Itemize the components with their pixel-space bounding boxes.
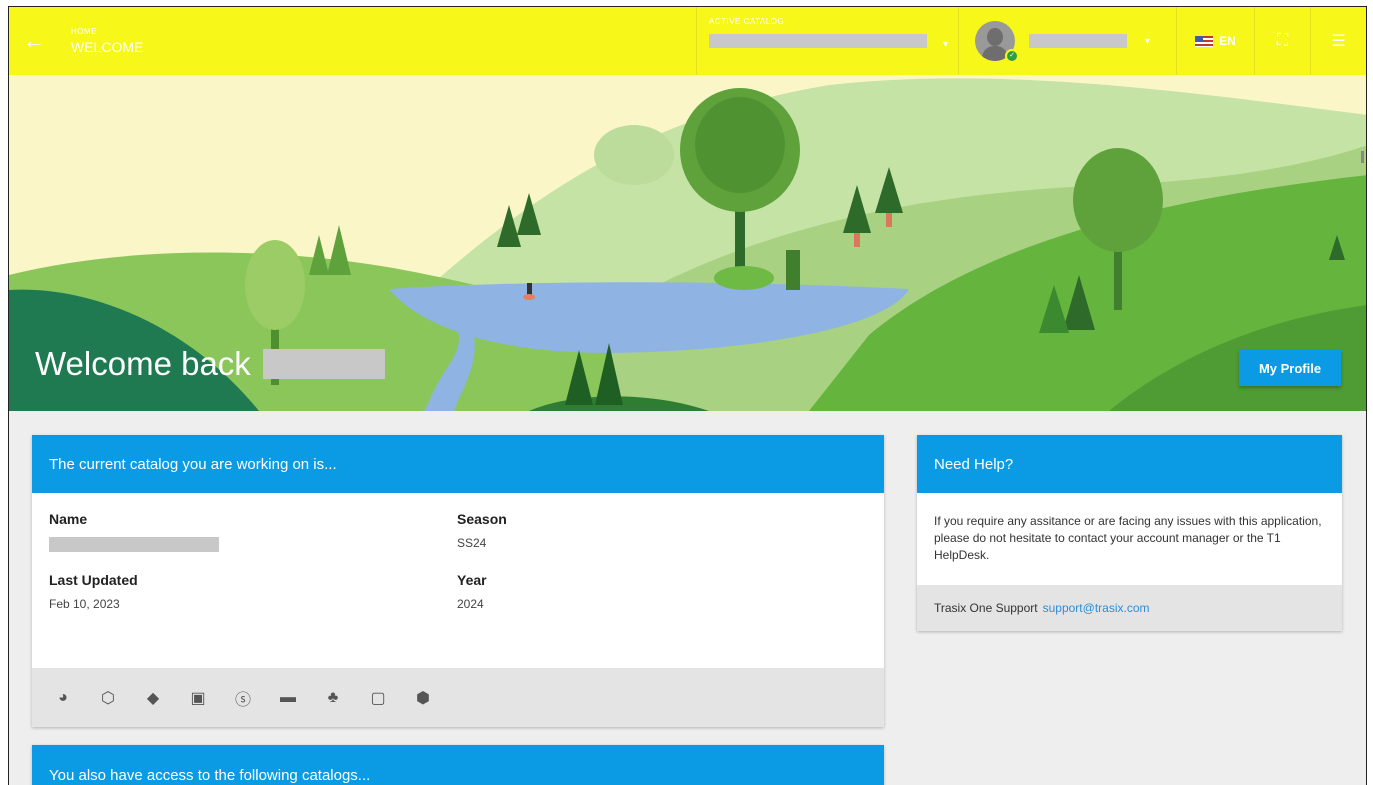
welcome-text: Welcome back (35, 345, 251, 382)
active-catalog-value-redacted (709, 34, 927, 48)
welcome-banner: Welcome back My Profile (9, 75, 1366, 411)
welcome-heading: Welcome back (35, 345, 385, 383)
menu-icon[interactable]: ☰ (1310, 7, 1366, 75)
online-check-icon: ✓ (1005, 49, 1019, 63)
scrollbar-thumb[interactable] (1361, 151, 1364, 163)
app-window: ← HOME WELCOME ACTIVE CATALOG ▾ ✓ ▾ EN ⛶… (8, 6, 1367, 785)
help-card: Need Help? If you require any assitance … (917, 435, 1342, 631)
season-value: SS24 (457, 536, 487, 550)
help-text: If you require any assitance or are faci… (934, 514, 1322, 562)
name-label: Name (49, 511, 88, 527)
active-catalog-label: ACTIVE CATALOG (709, 17, 785, 26)
catalog-name-redacted (49, 537, 219, 552)
season-field: Season SS24 (457, 511, 867, 552)
support-label: Trasix One Support (934, 601, 1038, 615)
support-email-link[interactable]: support@trasix.com (1043, 601, 1150, 615)
help-header: Need Help? (917, 435, 1342, 493)
user-name-redacted (1029, 34, 1127, 48)
layers-icon[interactable]: ◆ (143, 688, 163, 708)
year-field: Year 2024 (457, 572, 867, 611)
back-arrow-icon[interactable]: ← (9, 7, 59, 75)
pie-chart-icon[interactable]: ◕ (53, 688, 73, 708)
current-catalog-header: The current catalog you are working on i… (32, 435, 884, 493)
other-catalogs-card: You also have access to the following ca… (32, 745, 884, 785)
season-label: Season (457, 511, 507, 527)
active-catalog-select[interactable]: ACTIVE CATALOG ▾ (696, 7, 958, 75)
catalog-actions-toolbar: ◕ ⬡ ◆ ▣ ⓢ ▬ ♣ ▢ ⬢ (32, 668, 884, 727)
chevron-down-icon: ▾ (1145, 35, 1151, 47)
cube-icon[interactable]: ⬡ (98, 688, 118, 708)
current-catalog-card: The current catalog you are working on i… (32, 435, 884, 727)
user-name-redacted (262, 349, 385, 379)
box-icon[interactable]: ⬢ (413, 688, 433, 708)
calendar-clock-icon[interactable]: ▣ (188, 688, 208, 708)
folder-icon[interactable]: ▬ (278, 688, 298, 708)
fullscreen-icon[interactable]: ⛶ (1254, 7, 1310, 75)
other-catalogs-header: You also have access to the following ca… (32, 745, 884, 785)
us-flag-icon (1195, 35, 1214, 47)
breadcrumb: HOME WELCOME (59, 7, 696, 75)
dollar-icon[interactable]: ⓢ (233, 688, 253, 709)
image-icon[interactable]: ▢ (368, 688, 388, 708)
my-profile-button[interactable]: My Profile (1239, 350, 1341, 386)
page-title: WELCOME (71, 39, 144, 55)
last-updated-field: Last Updated Feb 10, 2023 (49, 572, 457, 611)
chevron-down-icon: ▾ (942, 39, 948, 50)
hierarchy-icon[interactable]: ♣ (323, 688, 343, 708)
support-footer: Trasix One Support support@trasix.com (917, 585, 1342, 631)
last-updated-label: Last Updated (49, 572, 138, 588)
top-bar: ← HOME WELCOME ACTIVE CATALOG ▾ ✓ ▾ EN ⛶… (9, 7, 1366, 75)
last-updated-value: Feb 10, 2023 (49, 597, 120, 611)
breadcrumb-home[interactable]: HOME (71, 27, 696, 36)
catalog-name-field: Name (49, 511, 457, 552)
year-label: Year (457, 572, 487, 588)
language-select[interactable]: EN (1176, 7, 1254, 75)
catalog-details: Name Season SS24 Last Updated Feb 10, 20… (32, 493, 884, 611)
language-code: EN (1219, 34, 1236, 48)
user-menu[interactable]: ✓ ▾ (958, 7, 1176, 75)
year-value: 2024 (457, 597, 484, 611)
